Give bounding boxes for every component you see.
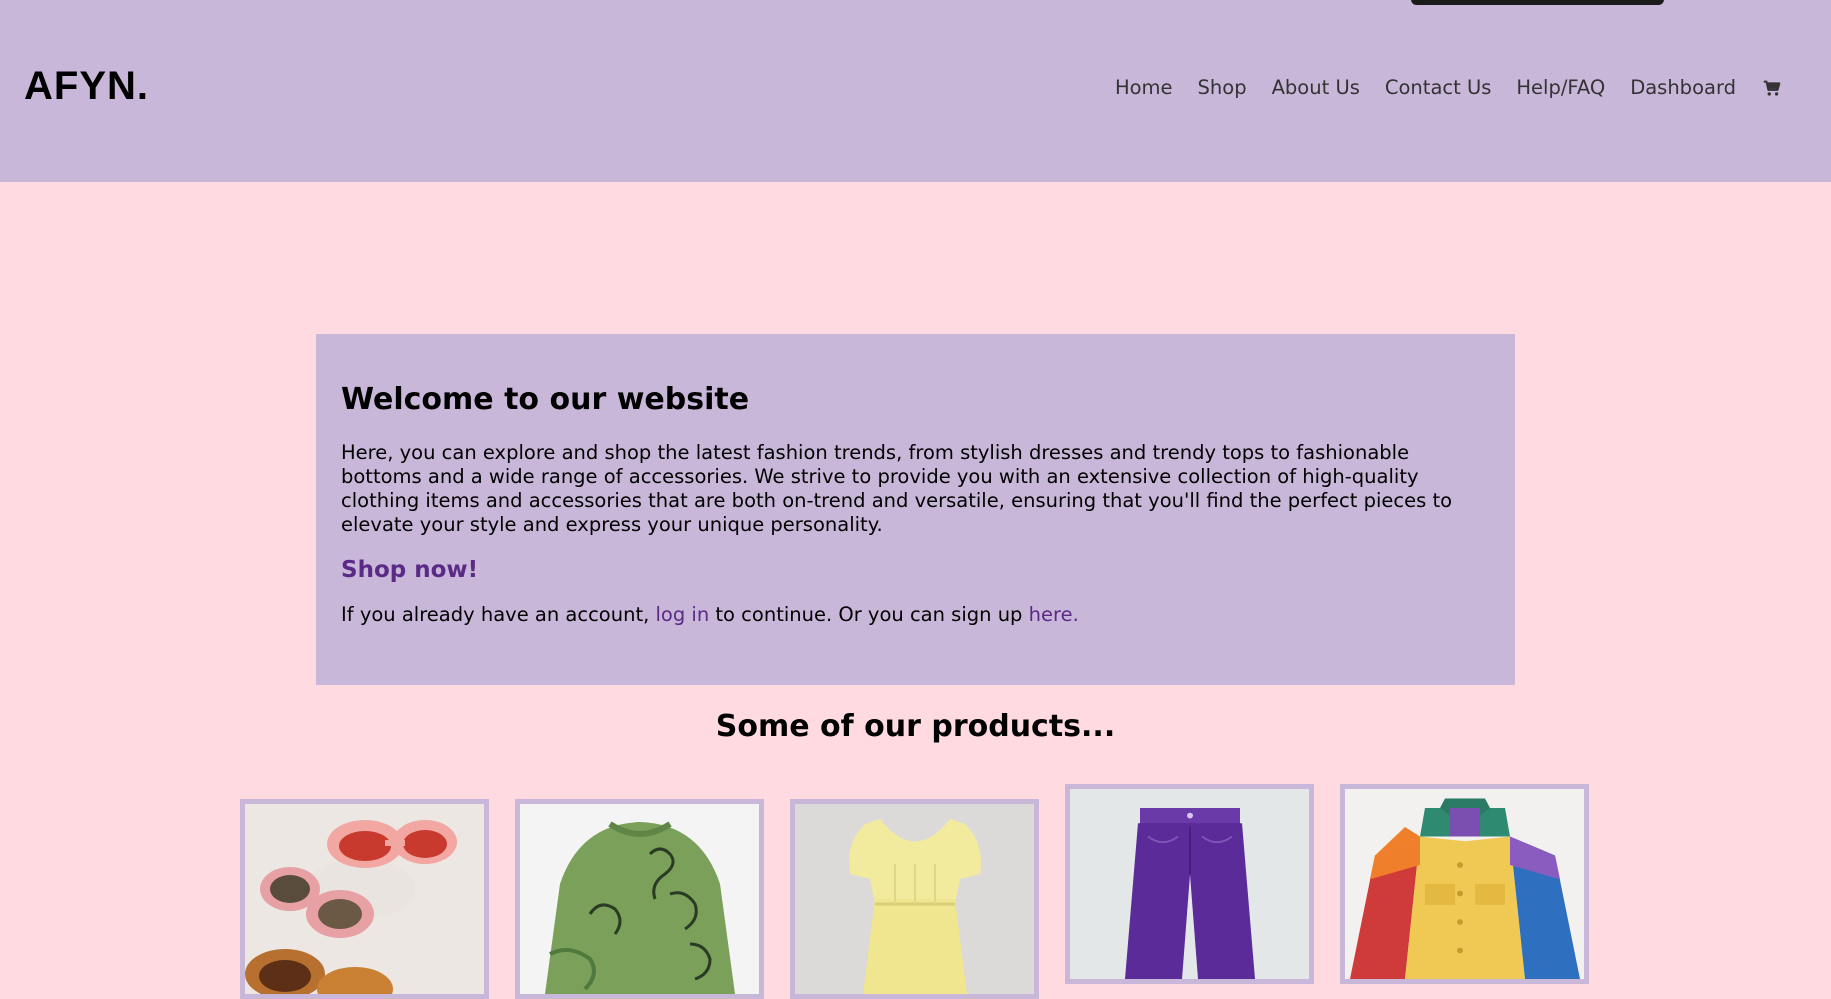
- account-line: If you already have an account, log in t…: [341, 603, 1490, 626]
- nav-item-shop[interactable]: Shop: [1198, 76, 1247, 99]
- signup-link[interactable]: here.: [1029, 603, 1079, 626]
- sweater-image: [520, 804, 759, 994]
- main-nav: Home Shop About Us Contact Us Help/FAQ D…: [1115, 76, 1783, 99]
- shopping-cart-icon[interactable]: [1761, 77, 1783, 99]
- jacket-image: [1345, 789, 1584, 979]
- tooltip-bar: [1411, 0, 1664, 5]
- welcome-intro: Here, you can explore and shop the lates…: [341, 441, 1453, 536]
- shop-now-link[interactable]: Shop now!: [341, 557, 1490, 583]
- product-card-jeans[interactable]: [1065, 784, 1314, 984]
- nav-item-contact-us[interactable]: Contact Us: [1385, 76, 1492, 99]
- nav-item-help-faq[interactable]: Help/FAQ: [1516, 76, 1605, 99]
- product-card-jacket[interactable]: [1340, 784, 1589, 984]
- account-prefix: If you already have an account,: [341, 603, 650, 626]
- site-logo[interactable]: AFYN.: [24, 64, 149, 109]
- login-link[interactable]: log in: [656, 603, 710, 626]
- product-card-sunglasses[interactable]: [240, 799, 489, 999]
- dress-image: [795, 804, 1034, 994]
- welcome-title: Welcome to our website: [341, 382, 750, 417]
- account-middle: to continue. Or you can sign up: [715, 603, 1023, 626]
- product-card-dress[interactable]: [790, 799, 1039, 999]
- jeans-image: [1070, 789, 1309, 979]
- welcome-panel: Welcome to our website Here, you can exp…: [316, 334, 1515, 685]
- nav-item-dashboard[interactable]: Dashboard: [1630, 76, 1736, 99]
- nav-item-about-us[interactable]: About Us: [1272, 76, 1360, 99]
- nav-item-home[interactable]: Home: [1115, 76, 1173, 99]
- product-card-sweater[interactable]: [515, 799, 764, 999]
- site-header: AFYN. Home Shop About Us Contact Us Help…: [0, 0, 1831, 182]
- products-heading: Some of our products...: [715, 709, 1116, 744]
- sunglasses-image: [245, 804, 484, 994]
